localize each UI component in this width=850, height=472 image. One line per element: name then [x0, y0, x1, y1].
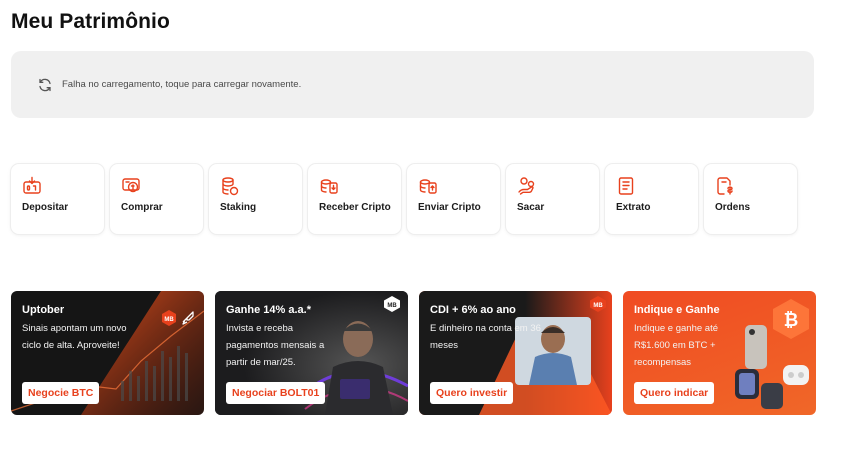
mb-logo-badge: MB: [588, 295, 608, 318]
send-crypto-icon: [419, 179, 437, 194]
action-label: Comprar: [121, 202, 163, 213]
negocie-btc-button[interactable]: Negocie BTC: [22, 382, 100, 404]
action-label: Staking: [220, 202, 257, 213]
orders-icon: [717, 177, 733, 195]
promo-description: Invista e receba pagamentos mensais a part…: [226, 323, 325, 368]
promo-card-referral[interactable]: ₿ Indique e Ganhe Indique e ganhe até R$1…: [623, 291, 816, 415]
promo-card-cdi[interactable]: MB CDI + 6% ao ano E dinheiro na conta e…: [419, 291, 612, 415]
page-title: Meu Patrimônio: [11, 10, 170, 33]
quick-actions: Depositar Comprar Staking Receber Cripto…: [11, 164, 797, 234]
staking-icon: [222, 177, 239, 196]
promo-description: Indique e ganhe até R$1.600 em BTC + recom…: [634, 323, 718, 368]
deposit-icon: [23, 176, 41, 194]
send-crypto-button[interactable]: Enviar Cripto: [407, 164, 500, 234]
promo-title: Ganhe 14% a.a.*: [226, 304, 311, 316]
action-label: Enviar Cripto: [418, 202, 481, 213]
action-label: Ordens: [715, 202, 751, 213]
mb-logo-badge: MB: [382, 295, 402, 318]
negociar-bolt01-button[interactable]: Negociar BOLT01: [226, 382, 326, 404]
refresh-icon: [37, 77, 53, 93]
error-message: Falha no carregamento, toque para carreg…: [62, 79, 302, 90]
receive-crypto-icon: [320, 179, 338, 194]
badge-text: MB: [164, 317, 174, 323]
orders-button[interactable]: Ordens: [704, 164, 797, 234]
action-label: Extrato: [616, 202, 651, 213]
reload-banner[interactable]: Falha no carregamento, toque para carreg…: [11, 51, 814, 118]
promo-carousel: MB Uptober Sinais apontam um novo ciclo d…: [11, 291, 816, 415]
statement-button[interactable]: Extrato: [605, 164, 698, 234]
receive-crypto-button[interactable]: Receber Cripto: [308, 164, 401, 234]
promo-description: E dinheiro na conta em 36 meses: [430, 323, 541, 351]
action-label: Depositar: [22, 202, 69, 213]
mb-logo-badge: MB: [161, 309, 197, 332]
promo-card-bolt01[interactable]: MB Ganhe 14% a.a.* Invista e receba pagam…: [215, 291, 408, 415]
staking-button[interactable]: Staking: [209, 164, 302, 234]
badge-text: MB: [593, 303, 603, 309]
withdraw-button[interactable]: Sacar: [506, 164, 599, 234]
action-label: Receber Cripto: [319, 202, 391, 213]
badge-text: MB: [387, 303, 397, 309]
buy-icon: [122, 178, 140, 193]
buy-button[interactable]: Comprar: [110, 164, 203, 234]
promo-card-uptober[interactable]: MB Uptober Sinais apontam um novo ciclo d…: [11, 291, 204, 415]
action-label: Sacar: [517, 202, 545, 213]
statement-icon: [618, 177, 634, 195]
quero-investir-button[interactable]: Quero investir: [430, 382, 514, 404]
promo-title: Indique e Ganhe: [634, 304, 720, 316]
svg-text:₿: ₿: [784, 310, 799, 330]
deposit-button[interactable]: Depositar: [11, 164, 104, 234]
promo-title: CDI + 6% ao ano: [430, 304, 516, 316]
quero-indicar-button[interactable]: Quero indicar: [634, 382, 715, 404]
promo-title: Uptober: [22, 304, 65, 316]
promo-description: Sinais apontam um novo ciclo de alta. Apr…: [22, 323, 127, 351]
withdraw-icon: [518, 177, 535, 195]
